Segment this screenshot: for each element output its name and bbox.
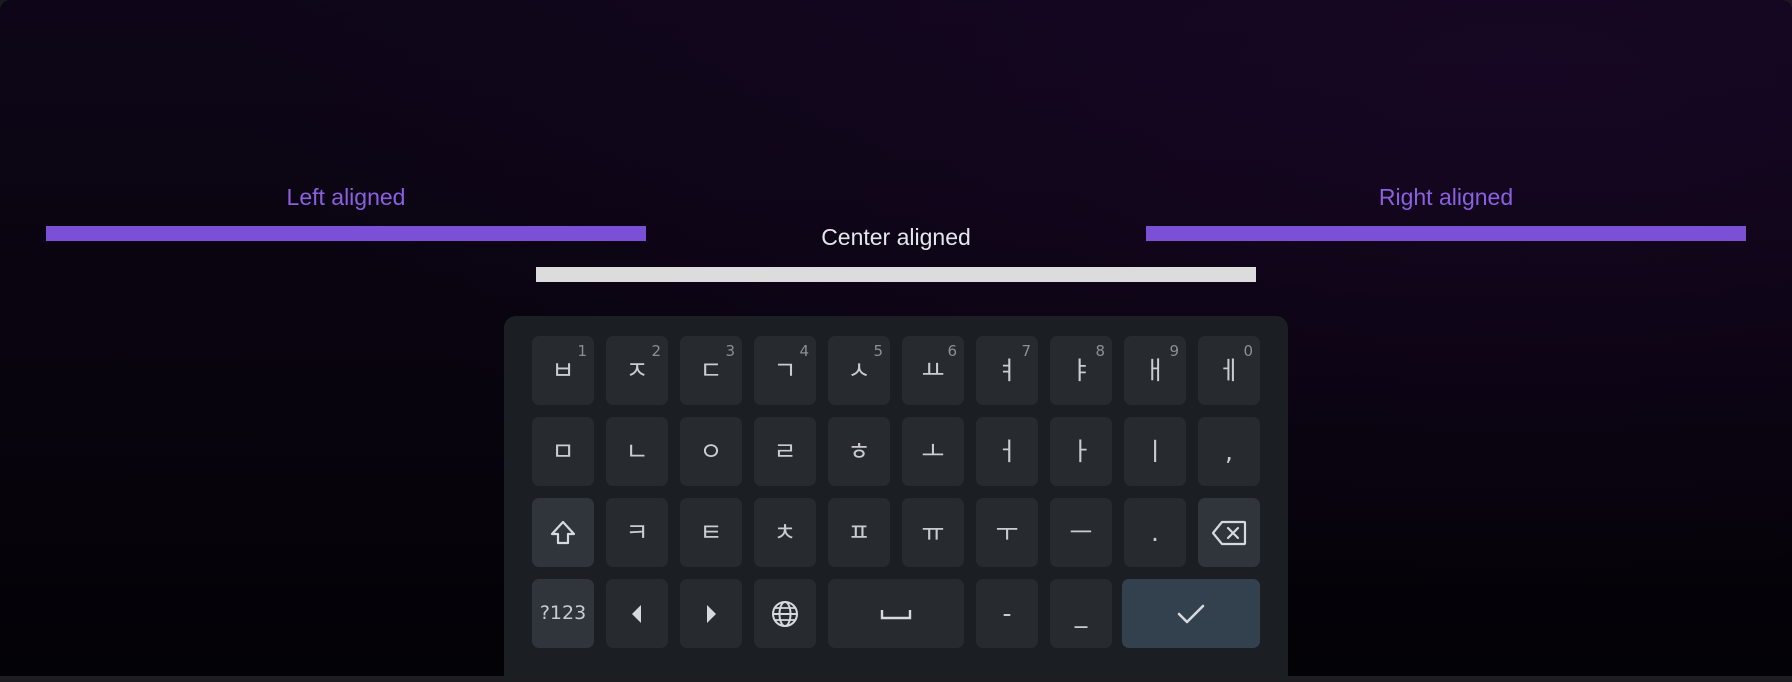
space-icon [880,607,912,621]
key-row1-4[interactable]: ㄱ4 [754,336,816,405]
key-row3-5[interactable]: ㅠ [902,498,964,567]
key-label: ㅠ [921,518,945,547]
key-label: ㄴ [625,437,649,466]
key-label: ㅗ [921,437,945,466]
key-label: ㅌ [699,518,723,547]
key-row1-2[interactable]: ㅈ2 [606,336,668,405]
key-row1-5[interactable]: ㅅ5 [828,336,890,405]
key-row2-2[interactable]: ㄴ [606,417,668,486]
space-key[interactable] [828,579,964,648]
app-background: Left aligned Center aligned Right aligne… [0,0,1792,676]
key-label: ㅇ [699,437,723,466]
key-label: ㅑ [1069,356,1093,385]
left-aligned-label: Left aligned [286,184,406,210]
enter-key[interactable] [1122,579,1260,648]
key-row3-2[interactable]: ㅌ [680,498,742,567]
cursor-left-key[interactable] [606,579,668,648]
key-row1-8[interactable]: ㅑ8 [1050,336,1112,405]
key-hint: 1 [577,342,587,360]
korean-keyboard: ㅂ1 ㅈ2 ㄷ3 ㄱ4 ㅅ5 ㅛ6 ㅕ7 ㅑ8 ㅐ9 ㅔ0 ㅁ ㄴ ㅇ ㄹ ㅎ … [504,316,1288,676]
key-hint: 8 [1095,342,1105,360]
key-row2-7[interactable]: ㅓ [976,417,1038,486]
dash-key[interactable]: - [976,579,1038,648]
key-row3-6[interactable]: ㅜ [976,498,1038,567]
globe-icon [770,599,800,629]
key-label: , [1225,437,1233,466]
key-row2-3[interactable]: ㅇ [680,417,742,486]
key-label: ㅛ [921,356,945,385]
key-label: ㅓ [995,437,1019,466]
key-hint: 3 [725,342,735,360]
language-key[interactable] [754,579,816,648]
key-hint: 6 [947,342,957,360]
key-row2-5[interactable]: ㅎ [828,417,890,486]
key-row3-7[interactable]: ㅡ [1050,498,1112,567]
center-aligned-underline [536,267,1256,282]
dash-label: - [1002,599,1012,628]
checkmark-icon [1176,602,1206,626]
underscore-key[interactable]: _ [1050,579,1112,648]
key-label: ㄷ [699,356,723,385]
right-aligned-underline [1146,226,1746,241]
key-row1-9[interactable]: ㅐ9 [1124,336,1186,405]
key-label: ㅔ [1217,356,1241,385]
shift-key[interactable] [532,498,594,567]
bottom-edge [0,676,1792,682]
key-row2-10[interactable]: , [1198,417,1260,486]
key-label: ㄹ [773,437,797,466]
key-row3-3[interactable]: ㅊ [754,498,816,567]
key-label: ㄱ [773,356,797,385]
key-row2-9[interactable]: ㅣ [1124,417,1186,486]
symbols-key[interactable]: ?123 [532,579,594,648]
key-label: ㅜ [995,518,1019,547]
key-label: ㅎ [847,437,871,466]
underscore-label: _ [1074,599,1088,628]
key-row3-1[interactable]: ㅋ [606,498,668,567]
backspace-icon [1211,520,1247,546]
key-label: ㅕ [995,356,1019,385]
key-label: ㅅ [847,356,871,385]
key-hint: 4 [799,342,809,360]
key-hint: 7 [1021,342,1031,360]
key-row1-6[interactable]: ㅛ6 [902,336,964,405]
key-label: ㅣ [1143,437,1167,466]
key-label: ㅍ [847,518,871,547]
key-label: ㅡ [1069,518,1093,547]
right-aligned-label: Right aligned [1378,184,1514,210]
right-aligned-field[interactable]: Right aligned [1146,183,1746,243]
key-row3-4[interactable]: ㅍ [828,498,890,567]
shift-icon [549,519,577,547]
key-label: ㅋ [625,518,649,547]
key-row3-8[interactable]: . [1124,498,1186,567]
key-row1-10[interactable]: ㅔ0 [1198,336,1260,405]
backspace-key[interactable] [1198,498,1260,567]
key-label: ㅈ [625,356,649,385]
key-label: ㅏ [1069,437,1093,466]
key-hint: 9 [1169,342,1179,360]
key-label: ㅊ [773,518,797,547]
symbols-label: ?123 [539,602,587,624]
key-row1-7[interactable]: ㅕ7 [976,336,1038,405]
key-row2-1[interactable]: ㅁ [532,417,594,486]
key-row1-1[interactable]: ㅂ1 [532,336,594,405]
key-row1-3[interactable]: ㄷ3 [680,336,742,405]
key-hint: 2 [651,342,661,360]
key-label: ㅁ [551,437,575,466]
key-row2-8[interactable]: ㅏ [1050,417,1112,486]
key-label: ㅐ [1143,356,1167,385]
arrow-right-icon [704,604,718,624]
key-row2-6[interactable]: ㅗ [902,417,964,486]
arrow-left-icon [630,604,644,624]
cursor-right-key[interactable] [680,579,742,648]
key-row2-4[interactable]: ㄹ [754,417,816,486]
key-label: ㅂ [551,356,575,385]
key-hint: 5 [873,342,883,360]
key-label: . [1151,518,1159,547]
key-hint: 0 [1243,342,1253,360]
